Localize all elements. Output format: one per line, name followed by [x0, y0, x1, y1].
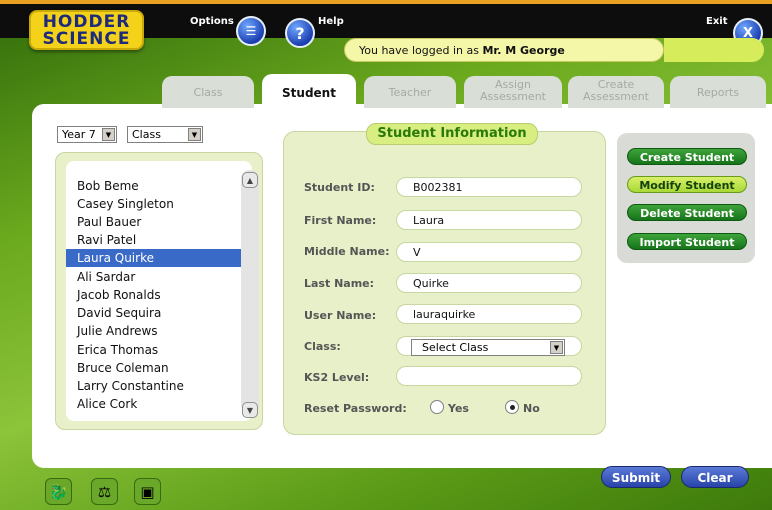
student-info-title: Student Information [366, 123, 538, 145]
list-item[interactable]: Casey Singleton [77, 195, 249, 213]
submit-button[interactable]: Submit [601, 466, 671, 488]
dropdown-arrow-icon: ▼ [102, 128, 115, 141]
ks2-level-label: KS2 Level: [304, 371, 370, 384]
middle-name-label: Middle Name: [304, 245, 390, 258]
tab-teacher[interactable]: Teacher [364, 76, 456, 108]
tab-create-line2: Assessment [583, 90, 649, 103]
delete-student-button[interactable]: Delete Student [627, 204, 747, 221]
list-item[interactable]: Larry Constantine [77, 377, 249, 395]
create-student-button[interactable]: Create Student [627, 148, 747, 165]
tab-student[interactable]: Student [262, 74, 356, 110]
tab-reports[interactable]: Reports [670, 76, 766, 108]
dragon-icon[interactable]: 🐉 [45, 478, 72, 505]
reset-password-label: Reset Password: [304, 402, 407, 415]
logo-line-2: SCIENCE [42, 29, 131, 49]
class-select-value: Select Class [422, 340, 489, 354]
list-item-selected[interactable]: Laura Quirke [66, 249, 249, 267]
class-filter-value: Class [132, 128, 161, 141]
ks2-level-field[interactable] [396, 366, 582, 386]
book-icon[interactable]: ▣ [134, 478, 161, 505]
options-button[interactable]: ☰ [236, 16, 266, 46]
last-name-field[interactable]: Quirke [396, 273, 582, 293]
login-status-bar: You have logged in as Mr. M George [344, 38, 664, 62]
help-button[interactable]: ? [285, 18, 315, 48]
tab-class[interactable]: Class [162, 76, 254, 108]
list-item[interactable]: David Sequira [77, 304, 249, 322]
login-prefix: You have logged in as [359, 44, 483, 57]
student-list-scrollbar[interactable]: ▲ ▼ [241, 170, 259, 418]
student-id-field[interactable]: B002381 [396, 177, 582, 197]
dropdown-arrow-icon: ▼ [188, 128, 201, 141]
tab-student-label: Student [282, 86, 336, 100]
reset-yes-radio[interactable] [430, 400, 444, 414]
year-select-value: Year 7 [62, 128, 96, 141]
scroll-up-icon[interactable]: ▲ [242, 172, 258, 188]
tab-create-assessment[interactable]: Create Assessment [568, 76, 664, 108]
list-item[interactable]: Alice Cork [77, 395, 249, 413]
year-select[interactable]: Year 7 ▼ [57, 126, 117, 143]
tab-teacher-label: Teacher [388, 86, 432, 99]
user-name-field[interactable]: lauraquirke [396, 304, 582, 324]
student-list[interactable]: Bob Beme Casey Singleton Paul Bauer Ravi… [66, 161, 252, 421]
import-student-button[interactable]: Import Student [627, 233, 747, 250]
list-item[interactable]: Ravi Patel [77, 231, 249, 249]
tab-reports-label: Reports [696, 86, 740, 99]
reset-no-radio[interactable] [505, 400, 519, 414]
first-name-label: First Name: [304, 214, 377, 227]
exit-label: Exit [706, 16, 728, 27]
scroll-down-icon[interactable]: ▼ [242, 402, 258, 418]
reset-yes-label: Yes [448, 402, 469, 415]
middle-name-field[interactable]: V [396, 242, 582, 262]
hodder-science-logo: HODDER SCIENCE [29, 10, 144, 50]
options-list-icon: ☰ [245, 24, 257, 38]
first-name-field[interactable]: Laura [396, 210, 582, 230]
user-name-label: User Name: [304, 309, 377, 322]
list-item[interactable]: Bruce Coleman [77, 359, 249, 377]
student-id-label: Student ID: [304, 181, 375, 194]
class-label: Class: [304, 340, 341, 353]
list-item[interactable]: Erica Thomas [77, 341, 249, 359]
class-field-frame: Select Class ▼ [396, 336, 582, 356]
list-item[interactable]: Julie Andrews [77, 322, 249, 340]
options-label: Options [190, 16, 234, 27]
list-item[interactable]: Paul Bauer [77, 213, 249, 231]
list-item[interactable]: Ali Sardar [77, 268, 249, 286]
top-accent-strip [0, 0, 772, 4]
last-name-label: Last Name: [304, 277, 375, 290]
list-item[interactable]: Jacob Ronalds [77, 286, 249, 304]
tab-class-label: Class [193, 86, 223, 99]
dropdown-arrow-icon: ▼ [550, 341, 563, 354]
class-select[interactable]: Select Class ▼ [411, 339, 565, 356]
login-bar-tail [664, 38, 764, 62]
modify-student-button[interactable]: Modify Student [627, 176, 747, 193]
tab-assign-line2: Assessment [480, 90, 546, 103]
clear-button[interactable]: Clear [681, 466, 749, 488]
tab-assign-assessment[interactable]: Assign Assessment [464, 76, 562, 108]
list-item[interactable]: Bob Beme [77, 177, 249, 195]
reset-no-label: No [523, 402, 540, 415]
login-user: Mr. M George [482, 44, 565, 57]
class-filter-select[interactable]: Class ▼ [127, 126, 203, 143]
help-label: Help [318, 16, 344, 27]
flask-icon[interactable]: ⚖ [91, 478, 118, 505]
help-icon: ? [295, 23, 305, 43]
